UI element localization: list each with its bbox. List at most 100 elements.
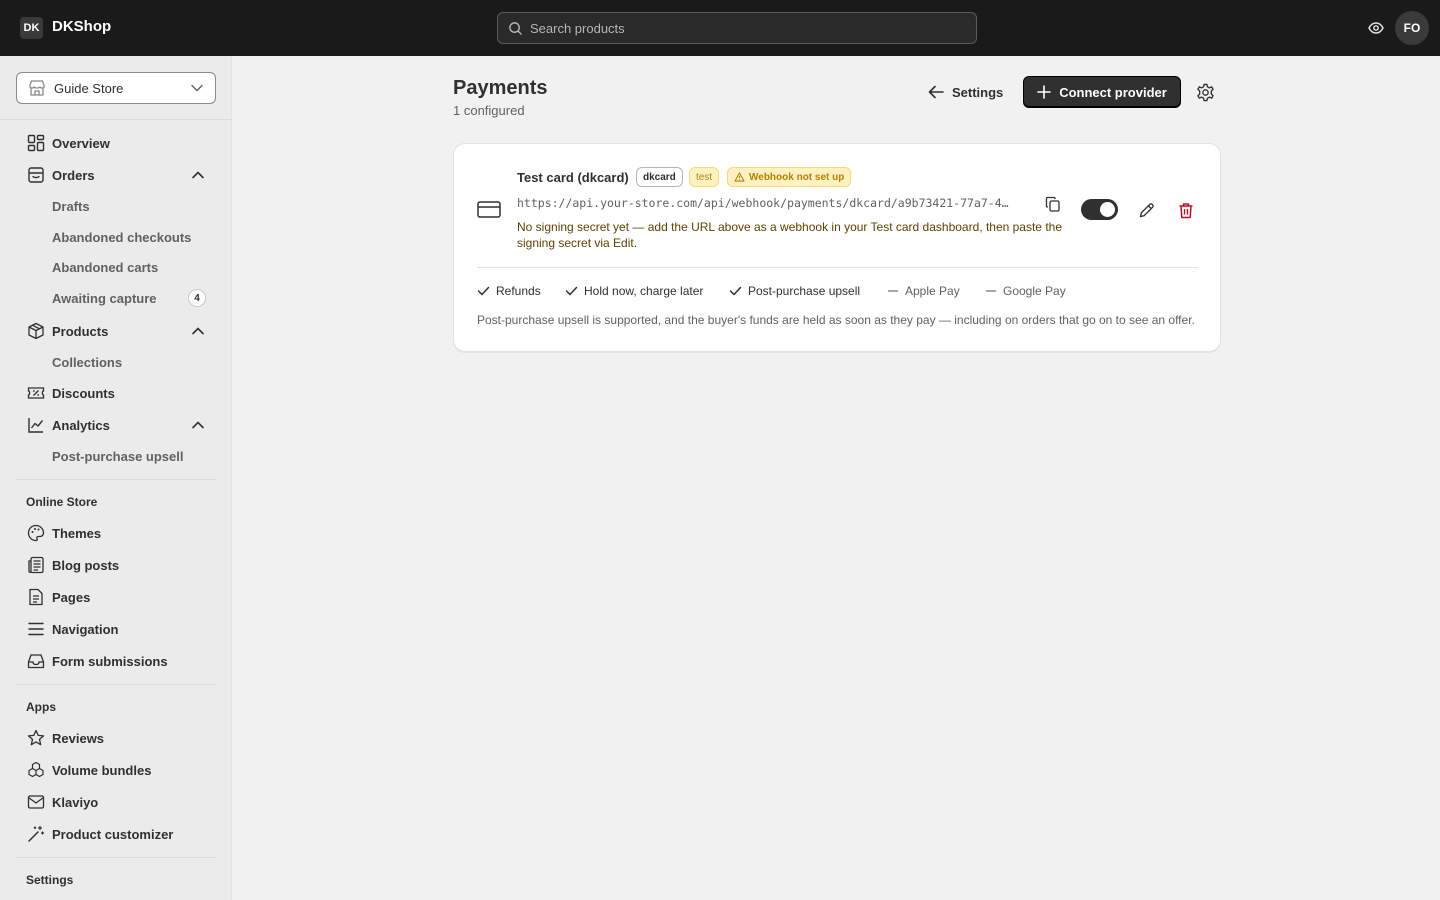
webhook-warning-badge: Webhook not set up [727, 167, 852, 187]
section-heading-settings[interactable]: Settings [26, 873, 73, 887]
copy-url-button[interactable] [1043, 194, 1063, 214]
sidebar-item-label: Post-purchase upsell [52, 448, 184, 464]
mail-icon [26, 792, 46, 812]
sidebar-item-label: Overview [52, 135, 110, 151]
back-button-label: Settings [952, 84, 1004, 100]
inbox-icon [26, 165, 46, 185]
webhook-warning-message: No signing secret yet — add the URL abov… [517, 220, 1062, 250]
edit-provider-button[interactable] [1135, 199, 1157, 221]
store-logo[interactable]: DK [20, 17, 43, 39]
user-avatar[interactable]: FO [1395, 11, 1429, 45]
provider-enabled-toggle[interactable] [1081, 199, 1118, 220]
sidebar-item-label: Product customizer [52, 826, 174, 842]
sidebar-item-post-purchase-upsell[interactable]: Post-purchase upsell [16, 442, 216, 470]
preview-store-button[interactable] [1366, 18, 1386, 38]
checkmark-icon [729, 286, 742, 296]
capability-hold-now-charge-later: Hold now, charge later [565, 284, 703, 298]
dash-icon [887, 290, 899, 292]
sidebar-item-analytics[interactable]: Analytics [16, 410, 216, 440]
divider [477, 267, 1198, 268]
gear-icon [1196, 83, 1214, 101]
inbox-tray-icon [26, 651, 46, 671]
delete-provider-button[interactable] [1175, 199, 1197, 221]
back-to-settings-button[interactable]: Settings [918, 78, 1013, 106]
connect-provider-button[interactable]: Connect provider [1023, 76, 1181, 108]
payment-settings-button[interactable] [1193, 80, 1217, 104]
sidebar-item-label: Blog posts [52, 557, 120, 573]
capability-apple-pay: Apple Pay [887, 284, 960, 298]
capability-label: Post-purchase upsell [748, 284, 861, 298]
sidebar-item-collections[interactable]: Collections [16, 348, 216, 376]
trash-icon [1179, 202, 1193, 218]
sidebar-item-klaviyo[interactable]: Klaviyo [16, 787, 216, 817]
section-heading-apps[interactable]: Apps [26, 700, 56, 714]
sidebar-item-products[interactable]: Products [16, 316, 216, 346]
search-input[interactable] [530, 20, 950, 36]
page-subtitle: 1 configured [453, 103, 525, 118]
search-bar[interactable] [497, 12, 977, 44]
connect-provider-label: Connect provider [1059, 84, 1167, 100]
sidebar-item-themes[interactable]: Themes [16, 518, 216, 548]
sidebar-item-pages[interactable]: Pages [16, 582, 216, 612]
search-icon [509, 21, 522, 35]
sidebar-item-label: Pages [52, 589, 91, 605]
chevron-up-icon[interactable] [192, 421, 204, 429]
palette-icon [26, 523, 46, 543]
menu-icon [26, 619, 46, 639]
store-icon [29, 80, 45, 96]
sidebar-item-label: Reviews [52, 730, 105, 746]
sidebar-item-form-submissions[interactable]: Form submissions [16, 646, 216, 676]
pencil-icon [1139, 202, 1154, 217]
sidebar: Guide Store Overview Orders Drafts Aband… [0, 56, 232, 900]
capability-label: Google Pay [1003, 284, 1066, 298]
sidebar-item-label: Awaiting capture [52, 290, 157, 306]
webhook-warning-label: Webhook not set up [749, 171, 845, 183]
sidebar-item-orders[interactable]: Orders [16, 160, 216, 190]
section-heading-online-store[interactable]: Online Store [26, 495, 97, 509]
divider [0, 119, 232, 120]
page-icon [26, 587, 46, 607]
blog-icon [26, 555, 46, 575]
sidebar-item-label: Form submissions [52, 653, 168, 669]
sidebar-item-label: Navigation [52, 621, 119, 637]
sidebar-item-product-customizer[interactable]: Product customizer [16, 819, 216, 849]
divider [16, 857, 216, 858]
sidebar-item-reviews[interactable]: Reviews [16, 723, 216, 753]
provider-code-badge: dkcard [636, 167, 683, 187]
sidebar-item-discounts[interactable]: Discounts [16, 378, 216, 408]
arrow-left-icon [928, 85, 944, 99]
capability-label: Hold now, charge later [584, 284, 704, 298]
sidebar-item-label: Abandoned carts [52, 259, 159, 275]
credit-card-icon [477, 201, 501, 218]
capability-refunds: Refunds [477, 284, 541, 298]
sidebar-item-label: Klaviyo [52, 794, 99, 810]
dash-icon [985, 290, 997, 292]
sidebar-item-abandoned-carts[interactable]: Abandoned carts [16, 253, 216, 281]
divider [16, 479, 216, 480]
checkmark-icon [477, 286, 490, 296]
sidebar-item-abandoned-checkouts[interactable]: Abandoned checkouts [16, 223, 216, 251]
capability-google-pay: Google Pay [985, 284, 1066, 298]
sidebar-item-label: Orders [52, 167, 95, 183]
test-mode-badge: test [689, 167, 720, 187]
chevron-up-icon[interactable] [192, 327, 204, 335]
store-selector[interactable]: Guide Store [16, 72, 216, 104]
sidebar-item-overview[interactable]: Overview [16, 128, 216, 158]
capability-note: Post-purchase upsell is supported, and t… [477, 313, 1195, 327]
sidebar-item-navigation[interactable]: Navigation [16, 614, 216, 644]
eye-icon [1368, 22, 1384, 34]
top-bar: DK DKShop FO [0, 0, 1440, 56]
webhook-url: https://api.your-store.com/api/webhook/p… [517, 196, 1009, 210]
sidebar-item-awaiting-capture[interactable]: Awaiting capture 4 [16, 284, 216, 312]
chevron-up-icon[interactable] [192, 171, 204, 179]
wand-icon [26, 824, 46, 844]
sidebar-item-volume-bundles[interactable]: Volume bundles [16, 755, 216, 785]
sidebar-item-drafts[interactable]: Drafts [16, 192, 216, 220]
discount-icon [26, 383, 46, 403]
bundle-icon [26, 760, 46, 780]
brand-name[interactable]: DKShop [52, 18, 111, 35]
count-badge: 4 [188, 289, 206, 307]
sidebar-item-blog-posts[interactable]: Blog posts [16, 550, 216, 580]
page-title: Payments [453, 77, 548, 99]
sidebar-item-label: Themes [52, 525, 102, 541]
